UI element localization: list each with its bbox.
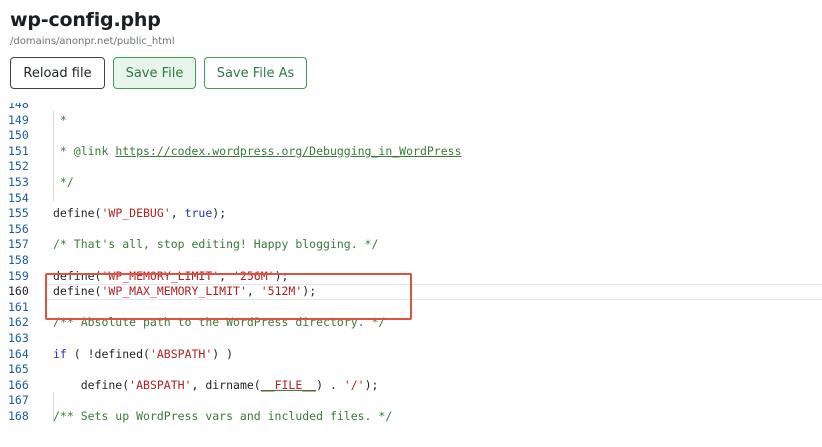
code-line[interactable]: 154 xyxy=(0,191,822,207)
code-text: */ xyxy=(53,175,74,191)
code-token: ( !defined( xyxy=(66,346,150,361)
code-line[interactable]: 153 */ xyxy=(0,175,822,191)
code-line[interactable]: 168 /** Sets up WordPress vars and includ… xyxy=(0,409,822,425)
code-token: */ xyxy=(53,175,74,189)
line-number: 154 xyxy=(8,190,29,205)
line-number: 159 xyxy=(8,268,29,283)
code-token: /** Sets up WordPress vars and included … xyxy=(53,409,393,423)
code-token: 'WP_DEBUG' xyxy=(101,206,171,221)
line-number: 168 xyxy=(8,409,29,423)
code-line[interactable]: 156 xyxy=(0,222,822,238)
line-number: 150 xyxy=(8,128,29,143)
code-token: ); xyxy=(364,377,379,392)
line-number: 161 xyxy=(8,299,29,314)
code-token: 'ABSPATH' xyxy=(129,377,192,392)
code-token: true xyxy=(184,206,213,221)
code-line[interactable]: 152 xyxy=(0,159,822,175)
line-number: 155 xyxy=(8,206,29,221)
save-file-as-button[interactable]: Save File As xyxy=(204,57,307,89)
code-line[interactable]: 148 xyxy=(0,103,822,113)
code-token: * @link xyxy=(53,143,116,158)
line-number: 167 xyxy=(8,393,29,408)
code-token: define( xyxy=(53,377,130,392)
line-number: 164 xyxy=(8,346,29,361)
code-token: if xyxy=(53,346,67,361)
code-line[interactable]: 150 xyxy=(0,128,822,144)
reload-file-button[interactable]: Reload file xyxy=(10,57,105,89)
line-number: 160 xyxy=(8,284,29,299)
code-text: if ( !defined('ABSPATH') ) xyxy=(53,347,233,363)
code-line[interactable]: 155 define('WP_DEBUG', true); xyxy=(0,206,822,222)
line-number: 151 xyxy=(8,143,29,158)
code-token: __FILE__ xyxy=(260,377,317,392)
file-header: wp-config.php /domains/anonpr.net/public… xyxy=(0,0,822,103)
code-line[interactable]: 151 * @link https://codex.wordpress.org/… xyxy=(0,144,822,160)
line-number: 156 xyxy=(8,221,29,236)
code-line[interactable]: 149 * xyxy=(0,113,822,129)
code-token: * xyxy=(53,112,67,127)
file-title: wp-config.php xyxy=(10,9,161,31)
line-number: 149 xyxy=(8,112,29,127)
code-token: , xyxy=(170,206,185,221)
code-line[interactable]: 164 if ( !defined('ABSPATH') ) xyxy=(0,347,822,363)
code-token: https://codex.wordpress.org/Debugging_in… xyxy=(115,143,462,158)
line-number: 157 xyxy=(8,237,29,252)
code-token: /* That's all, stop editing! Happy blogg… xyxy=(53,237,379,252)
line-number: 158 xyxy=(8,253,29,267)
line-number: 162 xyxy=(8,315,29,330)
line-number: 148 xyxy=(8,103,29,111)
code-token: , dirname( xyxy=(191,377,261,392)
code-token: 'ABSPATH' xyxy=(149,346,213,361)
code-line[interactable]: 163 xyxy=(0,331,822,347)
code-line[interactable]: 158 xyxy=(0,253,822,269)
code-line[interactable]: 167 xyxy=(0,393,822,409)
line-number: 166 xyxy=(8,377,29,392)
code-line[interactable]: 166 define('ABSPATH', dirname(__FILE__) … xyxy=(0,378,822,394)
code-token: '/' xyxy=(343,377,365,392)
code-token: ) . xyxy=(316,377,344,392)
code-text: /** Sets up WordPress vars and included … xyxy=(53,409,392,425)
code-text: /* That's all, stop editing! Happy blogg… xyxy=(53,237,378,253)
highlight-annotation xyxy=(45,273,412,320)
line-number: 165 xyxy=(8,362,29,377)
code-text: * @link https://codex.wordpress.org/Debu… xyxy=(53,144,462,160)
save-file-button[interactable]: Save File xyxy=(113,57,196,89)
line-number: 153 xyxy=(8,175,29,189)
code-text: define('ABSPATH', dirname(__FILE__) . '/… xyxy=(53,377,379,394)
code-line[interactable]: 157 /* That's all, stop editing! Happy bl… xyxy=(0,237,822,253)
code-text: define('WP_DEBUG', true); xyxy=(53,206,226,222)
code-line[interactable]: 165 xyxy=(0,362,822,378)
code-text: * xyxy=(53,113,67,129)
code-token: ); xyxy=(212,206,227,221)
file-path: /domains/anonpr.net/public_html xyxy=(10,36,175,47)
line-number: 152 xyxy=(8,159,29,174)
code-token: ) ) xyxy=(212,346,234,361)
code-token: define( xyxy=(53,206,102,221)
line-number: 163 xyxy=(8,331,29,345)
